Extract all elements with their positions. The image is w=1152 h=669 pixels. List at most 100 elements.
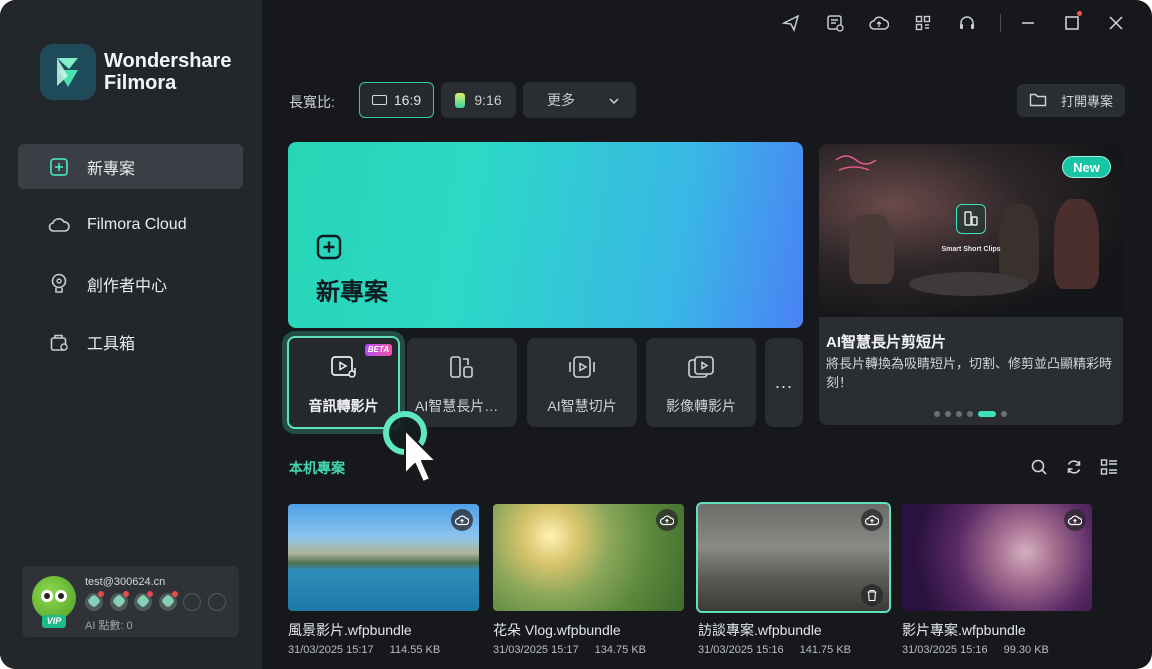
landscape-icon	[371, 95, 387, 105]
cloud-upload-icon[interactable]	[656, 509, 678, 531]
project-size: 114.55 KB	[389, 644, 441, 656]
tool-audio-to-video[interactable]: BETA 音訊轉影片	[287, 336, 400, 429]
project-card[interactable]: 風景影片.wfpbundle 31/03/2025 15:17 114.55 K…	[288, 504, 479, 656]
tool-ai-smart-clip[interactable]: AI智慧切片	[527, 338, 637, 427]
promo-image: Smart Short Clips New	[819, 144, 1123, 317]
filmora-logo-icon	[40, 44, 96, 100]
carousel-dot[interactable]	[967, 411, 973, 417]
achievement-badge-icon[interactable]	[134, 591, 153, 611]
carousel-dot[interactable]	[945, 411, 951, 417]
local-projects-toolbar	[1029, 457, 1119, 477]
brand-line2: Filmora	[104, 72, 177, 94]
aspect-16-9-button[interactable]: 16:9	[359, 82, 434, 118]
cloud-upload-icon[interactable]	[861, 509, 883, 531]
achievement-badge-icon[interactable]	[85, 591, 104, 611]
new-badge: New	[1062, 156, 1111, 178]
new-project-banner[interactable]: 新專案	[288, 142, 803, 328]
aspect-more-dropdown[interactable]: 更多	[523, 82, 636, 118]
local-projects-title: 本机專案	[289, 460, 345, 476]
promo-person	[999, 204, 1039, 284]
project-name: 影片專案.wfpbundle	[902, 622, 1026, 638]
neon-sign-icon	[835, 155, 877, 171]
aspect-option-label: 16:9	[393, 92, 422, 108]
sidebar-item-toolbox[interactable]: 工具箱	[18, 320, 243, 365]
project-meta: 31/03/2025 15:16 99.30 KB	[902, 644, 1093, 656]
promo-carousel[interactable]: Smart Short Clips New AI智慧長片剪短片 將長片轉換為吸睛…	[819, 144, 1123, 425]
tool-label: 影像轉影片	[666, 398, 736, 414]
promo-person	[1054, 199, 1099, 289]
project-card[interactable]: 花朵 Vlog.wfpbundle 31/03/2025 15:17 134.7…	[493, 504, 684, 656]
project-date: 31/03/2025 15:16	[902, 644, 988, 656]
chevron-down-icon	[608, 94, 620, 110]
brand-logo: Wondershare Filmora	[40, 44, 231, 100]
more-tools-button[interactable]: ...	[765, 338, 803, 427]
project-size: 141.75 KB	[799, 644, 852, 656]
empty-badge-icon	[183, 593, 201, 611]
avatar[interactable]	[32, 576, 76, 620]
user-email: test@300624.cn	[85, 576, 166, 588]
aspect-9-16-button[interactable]: 9:16	[441, 82, 516, 118]
mouse-pointer-icon	[404, 429, 437, 483]
project-meta: 31/03/2025 15:16 141.75 KB	[698, 644, 889, 656]
achievement-badge-icon[interactable]	[109, 591, 129, 611]
aspect-ratio-label: 長寬比:	[289, 94, 335, 110]
cloud-upload-icon[interactable]	[1064, 509, 1086, 531]
avatar-eye-right	[55, 590, 67, 602]
achievement-badge-icon[interactable]	[158, 591, 178, 611]
user-card[interactable]: VIP test@300624.cn AI 點數: 0	[22, 566, 239, 637]
carousel-dot-active[interactable]	[978, 411, 996, 417]
project-date: 31/03/2025 15:17	[493, 644, 579, 656]
tool-label: 音訊轉影片	[308, 398, 379, 414]
project-meta: 31/03/2025 15:17 114.55 KB	[288, 644, 479, 656]
sidebar-item-label: Filmora Cloud	[87, 216, 187, 233]
headset-icon[interactable]	[956, 12, 978, 34]
close-icon[interactable]	[1105, 12, 1127, 34]
carousel-dot[interactable]	[934, 411, 940, 417]
sidebar-item-filmora-cloud[interactable]: Filmora Cloud	[18, 203, 243, 248]
tool-image-to-video[interactable]: 影像轉影片	[646, 338, 756, 427]
carousel-dot[interactable]	[1001, 411, 1007, 417]
project-name: 風景影片.wfpbundle	[288, 622, 412, 638]
sidebar-item-label: 創作者中心	[87, 277, 168, 295]
carousel-dots	[934, 411, 1012, 417]
plus-square-icon	[48, 156, 70, 178]
calendar-clock-icon[interactable]	[824, 12, 846, 34]
aspect-option-label: 9:16	[474, 92, 502, 108]
carousel-dot[interactable]	[956, 411, 962, 417]
send-icon[interactable]	[780, 12, 802, 34]
portrait-icon	[455, 92, 466, 108]
project-meta: 31/03/2025 15:17 134.75 KB	[493, 644, 684, 656]
open-project-button[interactable]: 打開專案	[1017, 84, 1125, 117]
project-name: 訪談專案.wfpbundle	[698, 622, 822, 638]
ai-points: AI 點數: 0	[85, 620, 133, 632]
avatar-eye-left	[41, 590, 53, 602]
tool-ai-long-video-cut[interactable]: AI智慧長片剪...	[407, 338, 517, 427]
maximize-icon[interactable]	[1061, 11, 1083, 34]
promo-description: 將長片轉換為吸睛短片，切割、修剪並凸顯精彩時刻！	[826, 356, 1113, 390]
list-view-icon[interactable]	[1099, 457, 1119, 477]
project-date: 31/03/2025 15:16	[698, 644, 784, 656]
vip-badge: VIP	[42, 615, 66, 628]
project-card[interactable]: 影片專案.wfpbundle 31/03/2025 15:16 99.30 KB	[902, 504, 1093, 656]
project-card-selected[interactable]: 訪談專案.wfpbundle 31/03/2025 15:16 141.75 K…	[696, 502, 891, 656]
smart-clip-icon	[568, 353, 596, 381]
project-size: 134.75 KB	[594, 644, 647, 656]
sidebar-item-creator-hub[interactable]: 創作者中心	[18, 261, 243, 306]
sidebar-item-new-project[interactable]: 新專案	[18, 144, 243, 189]
trash-icon[interactable]	[861, 584, 883, 606]
cloud-sync-icon[interactable]	[868, 12, 890, 34]
sidebar: Wondershare Filmora 新專案 Filmora Cloud 創作…	[0, 0, 262, 669]
grid-icon[interactable]	[912, 12, 934, 34]
search-icon[interactable]	[1029, 457, 1049, 477]
cloud-upload-icon[interactable]	[451, 509, 473, 531]
minimize-icon[interactable]	[1017, 12, 1039, 34]
refresh-icon[interactable]	[1064, 457, 1084, 477]
promo-table	[909, 272, 1029, 296]
open-project-label: 打開專案	[1061, 94, 1114, 109]
window-toolbar	[780, 11, 1149, 34]
more-dots-icon: ...	[774, 372, 793, 392]
project-thumbnail	[493, 504, 684, 611]
long-video-cut-icon	[448, 353, 476, 381]
project-thumbnail	[696, 502, 891, 613]
empty-badge-icon	[207, 593, 226, 611]
